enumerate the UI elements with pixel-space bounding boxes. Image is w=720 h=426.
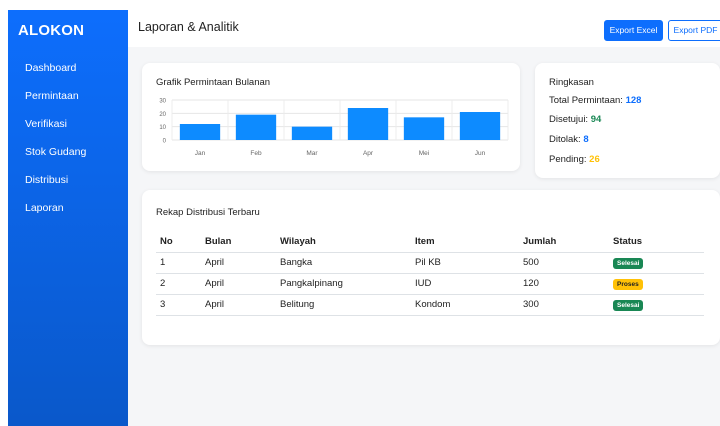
- cell-status: Proses: [609, 273, 704, 295]
- top-bar: Laporan & Analitik Export Excel Export P…: [128, 10, 720, 47]
- sidebar-item-verifikasi[interactable]: Verifikasi: [25, 118, 67, 130]
- cell-bulan: April: [201, 294, 276, 316]
- summary-pending-label: Pending:: [549, 154, 587, 165]
- chart-bar: [291, 126, 333, 140]
- distribution-table: No Bulan Wilayah Item Jumlah Status 1 Ap…: [156, 232, 704, 316]
- x-tick-label: Mei: [419, 150, 429, 157]
- export-pdf-button[interactable]: Export PDF: [668, 20, 720, 41]
- sidebar-item-distribusi[interactable]: Distribusi: [25, 174, 68, 186]
- cell-item: Kondom: [411, 294, 519, 316]
- page-title: Laporan & Analitik: [138, 20, 239, 34]
- x-tick-label: Jan: [195, 150, 206, 157]
- table-row: 1 April Bangka Pil KB 500 Selesai: [156, 252, 704, 274]
- export-excel-button[interactable]: Export Excel: [604, 20, 663, 41]
- sidebar-item-stok-gudang[interactable]: Stok Gudang: [25, 146, 86, 158]
- sidebar-item-laporan[interactable]: Laporan: [25, 202, 64, 214]
- status-badge: Selesai: [613, 257, 644, 269]
- table-row: 3 April Belitung Kondom 300 Selesai: [156, 294, 704, 316]
- summary-rejected-label: Ditolak:: [549, 134, 581, 145]
- chart-bar: [235, 114, 277, 140]
- table-header-row: No Bulan Wilayah Item Jumlah Status: [156, 232, 704, 253]
- summary-pending: Pending: 26: [549, 154, 600, 165]
- summary-title: Ringkasan: [549, 77, 594, 88]
- chart-bar: [347, 108, 389, 140]
- chart-bar: [403, 117, 445, 140]
- summary-approved-label: Disetujui:: [549, 114, 589, 125]
- column-header-wilayah: Wilayah: [276, 232, 411, 253]
- x-tick-label: Apr: [363, 150, 374, 157]
- cell-status: Selesai: [609, 294, 704, 316]
- sidebar-item-permintaan[interactable]: Permintaan: [25, 90, 79, 102]
- cell-status: Selesai: [609, 252, 704, 274]
- cell-jumlah: 120: [519, 273, 609, 295]
- brand-logo: ALOKON: [18, 22, 85, 39]
- x-tick-label: Jun: [475, 150, 486, 157]
- summary-total: Total Permintaan: 128: [549, 95, 641, 106]
- summary-total-value: 128: [625, 95, 642, 106]
- column-header-status: Status: [609, 232, 704, 253]
- summary-approved: Disetujui: 94: [549, 114, 601, 125]
- cell-wilayah: Bangka: [276, 252, 411, 274]
- cell-no: 1: [156, 252, 201, 274]
- cell-bulan: April: [201, 273, 276, 295]
- bar-chart: 0 10 20 30 Jan Feb Mar Apr Mei Jun: [159, 99, 509, 157]
- summary-rejected: Ditolak: 8: [549, 134, 589, 145]
- summary-rejected-value: 8: [583, 134, 589, 145]
- cell-no: 3: [156, 294, 201, 316]
- cell-wilayah: Belitung: [276, 294, 411, 316]
- distribution-table-card: Rekap Distribusi Terbaru No Bulan Wilaya…: [142, 190, 720, 345]
- y-tick-label: 10: [159, 125, 166, 131]
- cell-item: IUD: [411, 273, 519, 295]
- chart-card: Grafik Permintaan Bulanan 0 10 20 30 Jan Feb M…: [142, 63, 520, 171]
- chart-bar: [459, 112, 501, 140]
- sidebar: ALOKON Dashboard Permintaan Verifikasi S…: [8, 10, 128, 426]
- cell-wilayah: Pangkalpinang: [276, 273, 411, 295]
- app-frame: ALOKON Dashboard Permintaan Verifikasi S…: [8, 10, 720, 426]
- table-row: 2 April Pangkalpinang IUD 120 Proses: [156, 273, 704, 295]
- x-tick-label: Feb: [250, 150, 262, 157]
- column-header-no: No: [156, 232, 201, 253]
- y-tick-label: 30: [159, 99, 166, 105]
- summary-approved-value: 94: [590, 114, 602, 125]
- cell-jumlah: 300: [519, 294, 609, 316]
- cell-no: 2: [156, 273, 201, 295]
- status-badge: Proses: [613, 278, 643, 290]
- column-header-jumlah: Jumlah: [519, 232, 609, 253]
- summary-total-label: Total Permintaan:: [549, 95, 623, 106]
- chart-bar: [179, 124, 221, 140]
- cell-item: Pil KB: [411, 252, 519, 274]
- column-header-bulan: Bulan: [201, 232, 276, 253]
- cell-jumlah: 500: [519, 252, 609, 274]
- summary-pending-value: 26: [589, 154, 600, 165]
- y-tick-label: 0: [163, 139, 167, 145]
- status-badge: Selesai: [613, 299, 644, 311]
- column-header-item: Item: [411, 232, 519, 253]
- sidebar-item-dashboard[interactable]: Dashboard: [25, 62, 76, 74]
- table-title: Rekap Distribusi Terbaru: [156, 207, 260, 218]
- x-tick-label: Mar: [306, 150, 318, 157]
- y-tick-label: 20: [159, 112, 166, 118]
- cell-bulan: April: [201, 252, 276, 274]
- summary-card: Ringkasan Total Permintaan: 128 Disetuju…: [535, 63, 720, 178]
